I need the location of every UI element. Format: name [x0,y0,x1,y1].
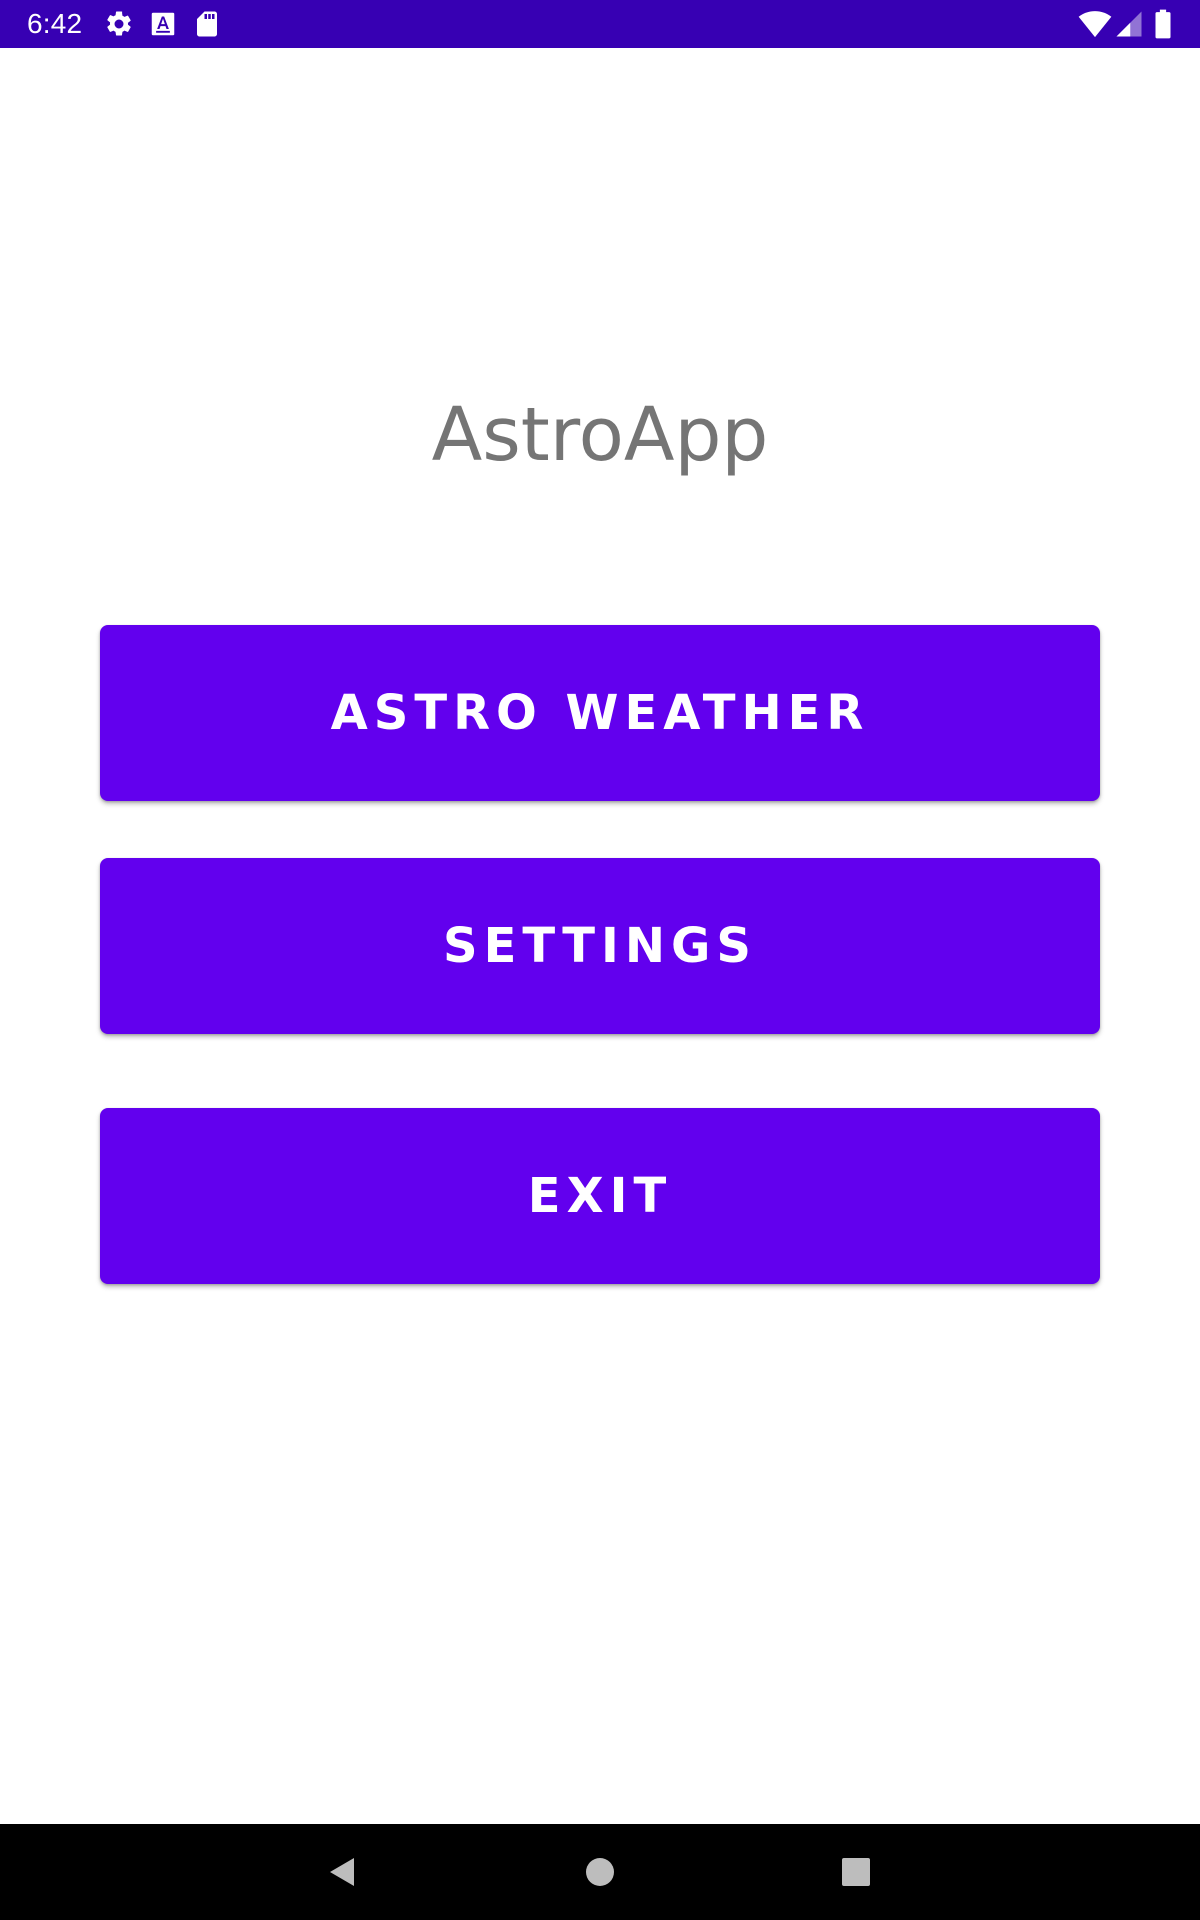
app-title: AstroApp [431,392,769,478]
signal-icon [1114,9,1144,39]
settings-button[interactable]: SETTINGS [100,858,1100,1034]
recents-icon[interactable] [832,1848,880,1896]
home-icon[interactable] [576,1848,624,1896]
gear-icon [104,9,134,39]
astro-weather-button[interactable]: ASTRO WEATHER [100,625,1100,801]
status-time: 6:42 [27,8,83,39]
wifi-icon [1078,9,1112,39]
battery-icon [1152,9,1174,39]
back-icon[interactable] [318,1848,366,1896]
font-a-icon [148,9,178,39]
navigation-bar [0,1824,1200,1920]
status-bar: 6:42 [0,0,1200,48]
sd-card-icon [192,9,222,39]
exit-button[interactable]: EXIT [100,1108,1100,1284]
